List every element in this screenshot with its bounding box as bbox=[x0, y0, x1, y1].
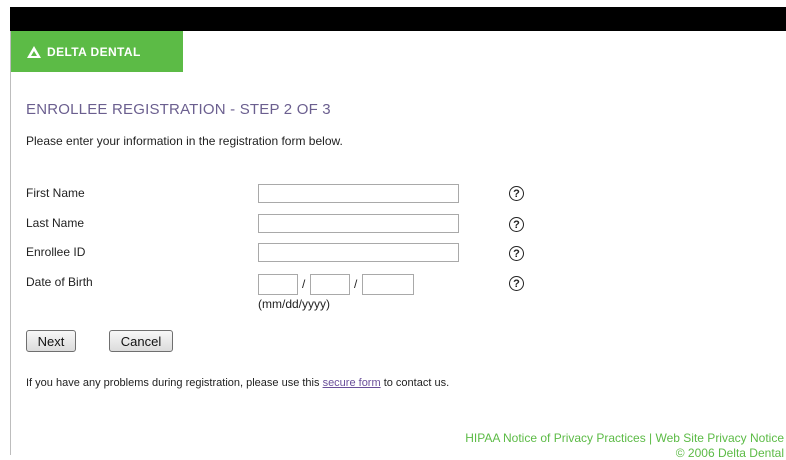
enrollee-id-input[interactable] bbox=[258, 243, 459, 262]
secure-form-link[interactable]: secure form bbox=[323, 377, 381, 389]
next-button[interactable]: Next bbox=[26, 330, 76, 352]
dob-separator: / bbox=[302, 277, 306, 291]
left-border bbox=[10, 31, 11, 455]
dob-format-hint: (mm/dd/yyyy) bbox=[258, 297, 330, 311]
cancel-button[interactable]: Cancel bbox=[109, 330, 173, 352]
header-bar bbox=[10, 7, 786, 31]
copyright-notice: © 2006 Delta Dental bbox=[675, 446, 784, 460]
delta-dental-logo: DELTA DENTAL bbox=[11, 31, 183, 72]
help-message: If you have any problems during registra… bbox=[26, 377, 449, 389]
page-title: ENROLLEE REGISTRATION - STEP 2 OF 3 bbox=[26, 101, 331, 118]
last-name-input[interactable] bbox=[258, 214, 459, 233]
first-name-label: First Name bbox=[26, 186, 85, 200]
first-name-input[interactable] bbox=[258, 184, 459, 203]
last-name-help-icon[interactable]: ? bbox=[509, 217, 524, 232]
intro-text: Please enter your information in the reg… bbox=[26, 134, 343, 148]
enrollee-id-help-icon[interactable]: ? bbox=[509, 246, 524, 261]
top-margin bbox=[0, 0, 786, 7]
dob-label: Date of Birth bbox=[26, 275, 93, 289]
dob-help-icon[interactable]: ? bbox=[509, 276, 524, 291]
help-message-suffix: to contact us. bbox=[380, 377, 450, 389]
first-name-help-icon[interactable]: ? bbox=[509, 186, 524, 201]
last-name-label: Last Name bbox=[26, 216, 85, 230]
dob-day-input[interactable] bbox=[310, 274, 350, 295]
enrollee-id-label: Enrollee ID bbox=[26, 245, 86, 259]
delta-logo-icon bbox=[27, 45, 41, 58]
help-message-prefix: If you have any problems during registra… bbox=[26, 377, 323, 389]
footer-links[interactable]: HIPAA Notice of Privacy Practices | Web … bbox=[465, 431, 784, 445]
dob-month-input[interactable] bbox=[258, 274, 298, 295]
dob-year-input[interactable] bbox=[362, 274, 414, 295]
dob-separator: / bbox=[354, 277, 358, 291]
logo-text: DELTA DENTAL bbox=[47, 44, 141, 59]
